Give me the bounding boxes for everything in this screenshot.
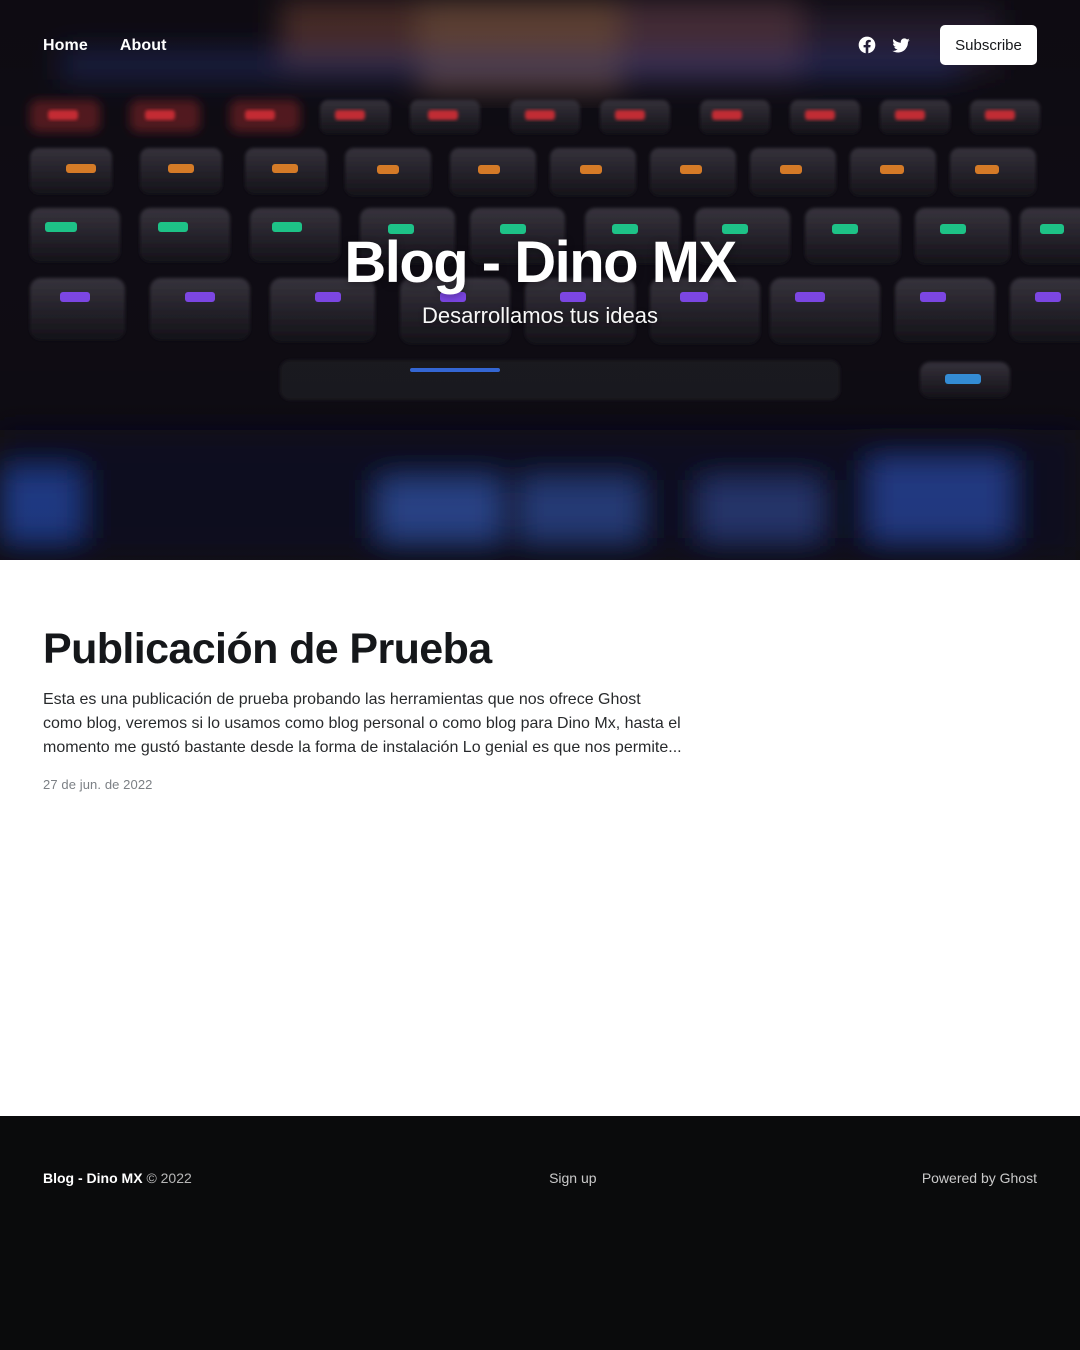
facebook-icon[interactable]: [850, 28, 884, 62]
post-excerpt: Esta es una publicación de prueba proban…: [43, 690, 682, 756]
subscribe-button[interactable]: Subscribe: [940, 25, 1037, 65]
copyright-text: © 2022: [146, 1170, 192, 1186]
site-footer: Blog - Dino MX © 2022 Sign up Powered by…: [0, 1116, 1080, 1350]
post-title[interactable]: Publicación de Prueba: [43, 624, 683, 676]
signup-link[interactable]: Sign up: [549, 1170, 596, 1186]
hero-content: Blog - Dino MX Desarrollamos tus ideas: [0, 230, 1080, 329]
nav-links: Home About: [43, 37, 167, 55]
top-navigation: Home About Subscribe: [0, 0, 1080, 90]
nav-link-about[interactable]: About: [120, 37, 167, 55]
site-header-hero: Home About Subscribe Blog - Dino MX Desa…: [0, 0, 1080, 560]
powered-by-ghost-link[interactable]: Powered by Ghost: [922, 1170, 1037, 1186]
site-description: Desarrollamos tus ideas: [422, 302, 658, 328]
site-title: Blog - Dino MX: [344, 230, 737, 295]
post-feed: Publicación de Prueba Esta es una public…: [0, 560, 1080, 1116]
nav-actions: Subscribe: [850, 25, 1037, 65]
footer-copyright: Blog - Dino MX © 2022: [43, 1170, 192, 1186]
footer-brand-link[interactable]: Blog - Dino MX: [43, 1170, 143, 1186]
post-date: 27 de jun. de 2022: [43, 776, 153, 792]
post-card[interactable]: Publicación de Prueba Esta es una public…: [43, 624, 683, 792]
nav-link-home[interactable]: Home: [43, 37, 88, 55]
twitter-icon[interactable]: [884, 28, 918, 62]
